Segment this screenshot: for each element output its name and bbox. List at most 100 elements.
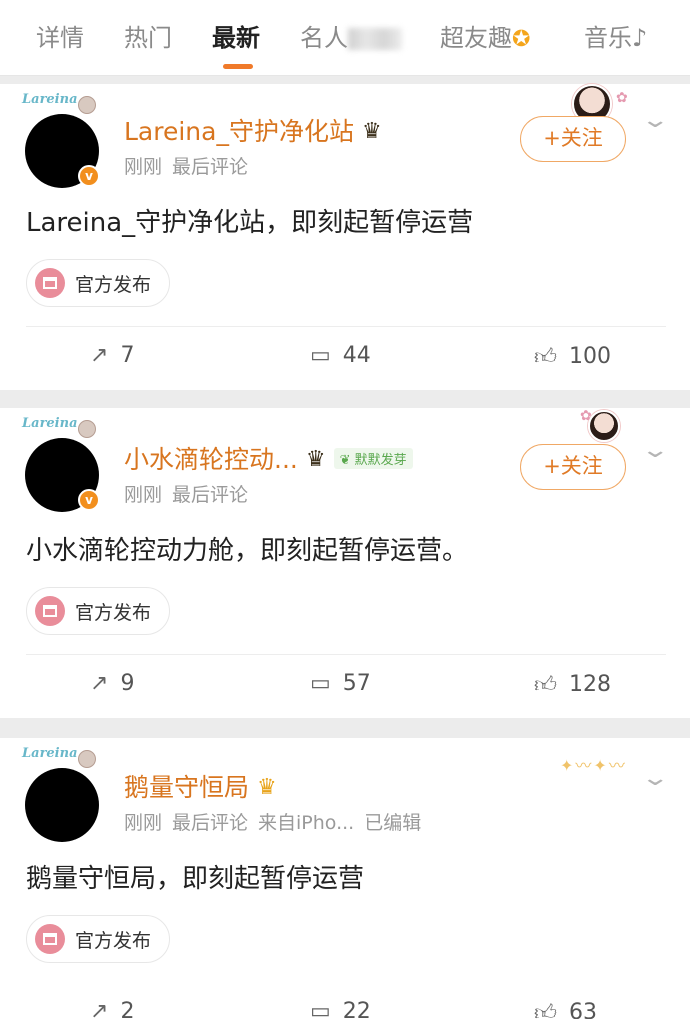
post-last-comment: 最后评论: [172, 812, 249, 834]
tab-music[interactable]: 音乐♪: [584, 20, 647, 56]
calendar-icon: [35, 596, 65, 626]
tab-latest[interactable]: 最新: [212, 20, 260, 56]
post-meta: 刚刚 最后评论: [124, 480, 248, 507]
like-count: 100: [569, 344, 611, 369]
post-meta: 刚刚 最后评论 来自iPho... 已编辑: [124, 808, 421, 835]
username[interactable]: 小水滴轮控动... ♛ ❦ 默默发芽: [124, 440, 413, 476]
like-icon: 👍︎: [534, 1001, 557, 1019]
crown-icon: ♛: [361, 119, 382, 144]
verified-badge-icon: v: [78, 489, 100, 511]
post-card: Lareina v 小水滴轮控动... ♛ ❦ 默默发芽 刚刚 最后评论 ✿ +关注 …: [0, 408, 690, 718]
post-time: 刚刚: [124, 812, 163, 834]
calendar-icon: [35, 924, 65, 954]
post-card: Lareina 鹅量守恒局 ♛ 刚刚 最后评论 来自iPho... 已编辑 ✦〰✦〰 ⌄…: [0, 738, 690, 1019]
source-chip-label: 官方发布: [75, 601, 152, 624]
post-time: 刚刚: [124, 156, 163, 178]
comment-button[interactable]: ▭ 44: [310, 343, 371, 368]
avatar-frame[interactable]: Lareina: [20, 746, 106, 846]
verified-badge-icon: v: [78, 165, 100, 187]
source-chip[interactable]: 官方发布: [26, 915, 171, 963]
chevron-down-icon[interactable]: ⌄: [640, 766, 670, 791]
post-time: 刚刚: [124, 484, 163, 506]
avatar[interactable]: [25, 768, 99, 842]
avatar-decoration-face: [78, 750, 96, 768]
like-icon: 👍︎: [534, 673, 557, 698]
post-edited: 已编辑: [364, 812, 422, 834]
comment-icon: ▭: [310, 671, 331, 696]
comment-icon: ▭: [310, 343, 331, 368]
repost-button[interactable]: ↗ 9: [90, 671, 134, 696]
like-count: 63: [569, 1000, 597, 1019]
sprout-badge-label: 默默发芽: [354, 453, 407, 468]
post-content: Lareina_守护净化站，即刻起暂停运营: [26, 208, 474, 238]
follow-button[interactable]: +关注: [520, 116, 626, 162]
repost-icon: ↗: [90, 671, 109, 696]
source-chip-label: 官方发布: [75, 929, 152, 952]
crown-icon: ♛: [305, 447, 326, 472]
repost-count: 2: [120, 999, 135, 1019]
post-last-comment: 最后评论: [172, 156, 249, 178]
avatar-frame[interactable]: Lareina v: [20, 416, 106, 516]
post-content: 小水滴轮控动力舱，即刻起暂停运营。: [26, 536, 469, 566]
post-content: 鹅量守恒局，即刻起暂停运营: [26, 864, 365, 894]
chevron-down-icon[interactable]: ⌄: [640, 438, 670, 463]
flower-icon: ✿: [580, 408, 592, 424]
tab-hot[interactable]: 热门: [124, 20, 172, 56]
tab-details[interactable]: 详情: [36, 20, 84, 56]
follow-button[interactable]: +关注: [520, 444, 626, 490]
comment-count: 22: [342, 999, 371, 1019]
calendar-icon: [35, 268, 65, 298]
comment-button[interactable]: ▭ 22: [310, 999, 371, 1019]
repost-button[interactable]: ↗ 7: [90, 343, 134, 368]
avatar-decoration: Lareina: [22, 746, 78, 761]
repost-count: 7: [120, 343, 135, 368]
like-button[interactable]: 👍︎ 100: [534, 343, 611, 370]
avatar-decoration: Lareina: [22, 416, 78, 431]
source-chip[interactable]: 官方发布: [26, 259, 171, 307]
repost-icon: ↗: [90, 343, 109, 368]
comment-icon: ▭: [310, 999, 331, 1019]
comment-count: 44: [342, 343, 371, 368]
divider: [26, 326, 666, 327]
top-tab-bar: 详情 热门 最新 名人 超友趣✪ 音乐♪: [0, 0, 690, 76]
sticker-portrait: [588, 410, 620, 442]
repost-icon: ↗: [90, 999, 109, 1019]
tab-super-fun-label: 超友趣: [440, 24, 512, 52]
avatar-frame[interactable]: Lareina v: [20, 92, 106, 192]
post-last-comment: 最后评论: [172, 484, 249, 506]
card-sticker: ✦〰✦〰: [560, 756, 627, 775]
like-count: 128: [569, 672, 611, 697]
post-device: 来自iPho...: [258, 812, 355, 834]
username-text: 小水滴轮控动...: [124, 445, 298, 474]
star-icon: ✪: [512, 27, 531, 52]
repost-count: 9: [120, 671, 135, 696]
like-button[interactable]: 👍︎ 128: [534, 671, 611, 698]
crown-icon: ♛: [257, 775, 277, 800]
like-button[interactable]: 👍︎ 63: [534, 999, 597, 1019]
tab-celebrity[interactable]: 名人: [300, 20, 402, 56]
divider: [26, 654, 666, 655]
sprout-badge: ❦ 默默发芽: [333, 448, 413, 469]
post-card: Lareina v Lareina_守护净化站 ♛ 刚刚 最后评论 ✿ +关注 ⌄ …: [0, 84, 690, 390]
music-note-icon: ♪: [632, 24, 648, 52]
card-sticker: ✿: [580, 408, 620, 442]
tab-music-label: 音乐: [584, 24, 632, 52]
repost-button[interactable]: ↗ 2: [90, 999, 134, 1019]
avatar-decoration-face: [78, 96, 96, 114]
username-text: Lareina_守护净化站: [124, 117, 354, 146]
username[interactable]: Lareina_守护净化站 ♛: [124, 112, 382, 148]
like-icon: 👍︎: [534, 345, 557, 370]
avatar-decoration-face: [78, 420, 96, 438]
chevron-down-icon[interactable]: ⌄: [640, 108, 670, 133]
source-chip[interactable]: 官方发布: [26, 587, 171, 635]
post-meta: 刚刚 最后评论: [124, 152, 248, 179]
comment-count: 57: [342, 671, 371, 696]
flower-icon: ✿: [616, 90, 628, 106]
username[interactable]: 鹅量守恒局 ♛: [124, 768, 277, 804]
source-chip-label: 官方发布: [75, 273, 152, 296]
avatar-decoration: Lareina: [22, 92, 78, 107]
tab-celebrity-label: 名人: [300, 24, 348, 52]
tab-super-fun[interactable]: 超友趣✪: [440, 20, 530, 58]
active-tab-indicator: [223, 64, 253, 69]
comment-button[interactable]: ▭ 57: [310, 671, 371, 696]
